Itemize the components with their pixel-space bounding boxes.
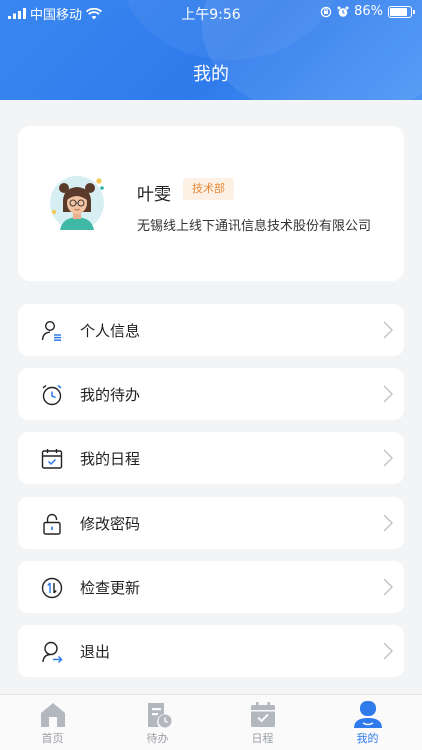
schedule-icon — [251, 702, 275, 727]
calendar-check-icon — [41, 449, 63, 469]
menu-item-my-schedule[interactable]: 我的日程 — [18, 432, 404, 484]
app-header: 中国移动 上午9:56 86% 我的 — [0, 0, 422, 100]
alarm-clock-icon — [42, 384, 62, 406]
page-title: 我的 — [193, 64, 229, 85]
battery-percent: 86% — [354, 4, 383, 19]
chevron-right-icon — [383, 449, 394, 467]
menu-label: 修改密码 — [80, 515, 141, 533]
menu-label: 个人信息 — [80, 322, 141, 340]
menu-label: 退出 — [80, 643, 111, 661]
chevron-right-icon — [383, 385, 394, 403]
tab-label: 我的 — [356, 732, 379, 745]
battery-icon — [388, 5, 415, 18]
chevron-right-icon — [383, 514, 394, 532]
rotation-lock-icon — [320, 6, 332, 17]
menu-label: 我的日程 — [80, 450, 141, 468]
profile-card[interactable]: 叶雯 技术部 无锡线上线下通讯信息技术股份有限公司 — [18, 126, 404, 281]
status-bar: 中国移动 上午9:56 86% — [0, 0, 422, 24]
todo-icon — [148, 703, 172, 728]
menu-label: 检查更新 — [80, 579, 141, 597]
tab-label: 待办 — [146, 732, 169, 745]
menu-item-check-update[interactable]: 检查更新 — [18, 561, 404, 613]
menu-item-change-password[interactable]: 修改密码 — [18, 497, 404, 549]
tab-home[interactable]: 首页 — [0, 695, 105, 750]
menu-item-personal-info[interactable]: 个人信息 — [18, 304, 404, 356]
lock-icon — [43, 513, 61, 535]
menu-item-my-todo[interactable]: 我的待办 — [18, 368, 404, 420]
profile-icon — [354, 701, 382, 728]
home-icon — [41, 703, 65, 727]
user-name: 叶雯 — [137, 185, 171, 205]
chevron-right-icon — [383, 321, 394, 339]
tab-label: 首页 — [41, 732, 64, 745]
chevron-right-icon — [383, 642, 394, 660]
alarm-status-icon — [337, 6, 349, 17]
tab-schedule[interactable]: 日程 — [210, 695, 315, 750]
status-right: 86% — [320, 4, 415, 19]
tab-todo[interactable]: 待办 — [105, 695, 210, 750]
company-name: 无锡线上线下通讯信息技术股份有限公司 — [137, 219, 372, 234]
department-badge: 技术部 — [183, 178, 234, 200]
logout-icon — [42, 641, 63, 664]
tab-label: 日程 — [251, 732, 274, 745]
tab-profile[interactable]: 我的 — [315, 695, 420, 750]
avatar — [50, 176, 104, 230]
menu-item-logout[interactable]: 退出 — [18, 625, 404, 677]
user-info-icon — [41, 320, 61, 341]
chevron-right-icon — [383, 578, 394, 596]
update-icon — [41, 577, 63, 599]
tab-bar: 首页 待办 日程 我的 — [0, 694, 422, 750]
menu-label: 我的待办 — [80, 386, 141, 404]
